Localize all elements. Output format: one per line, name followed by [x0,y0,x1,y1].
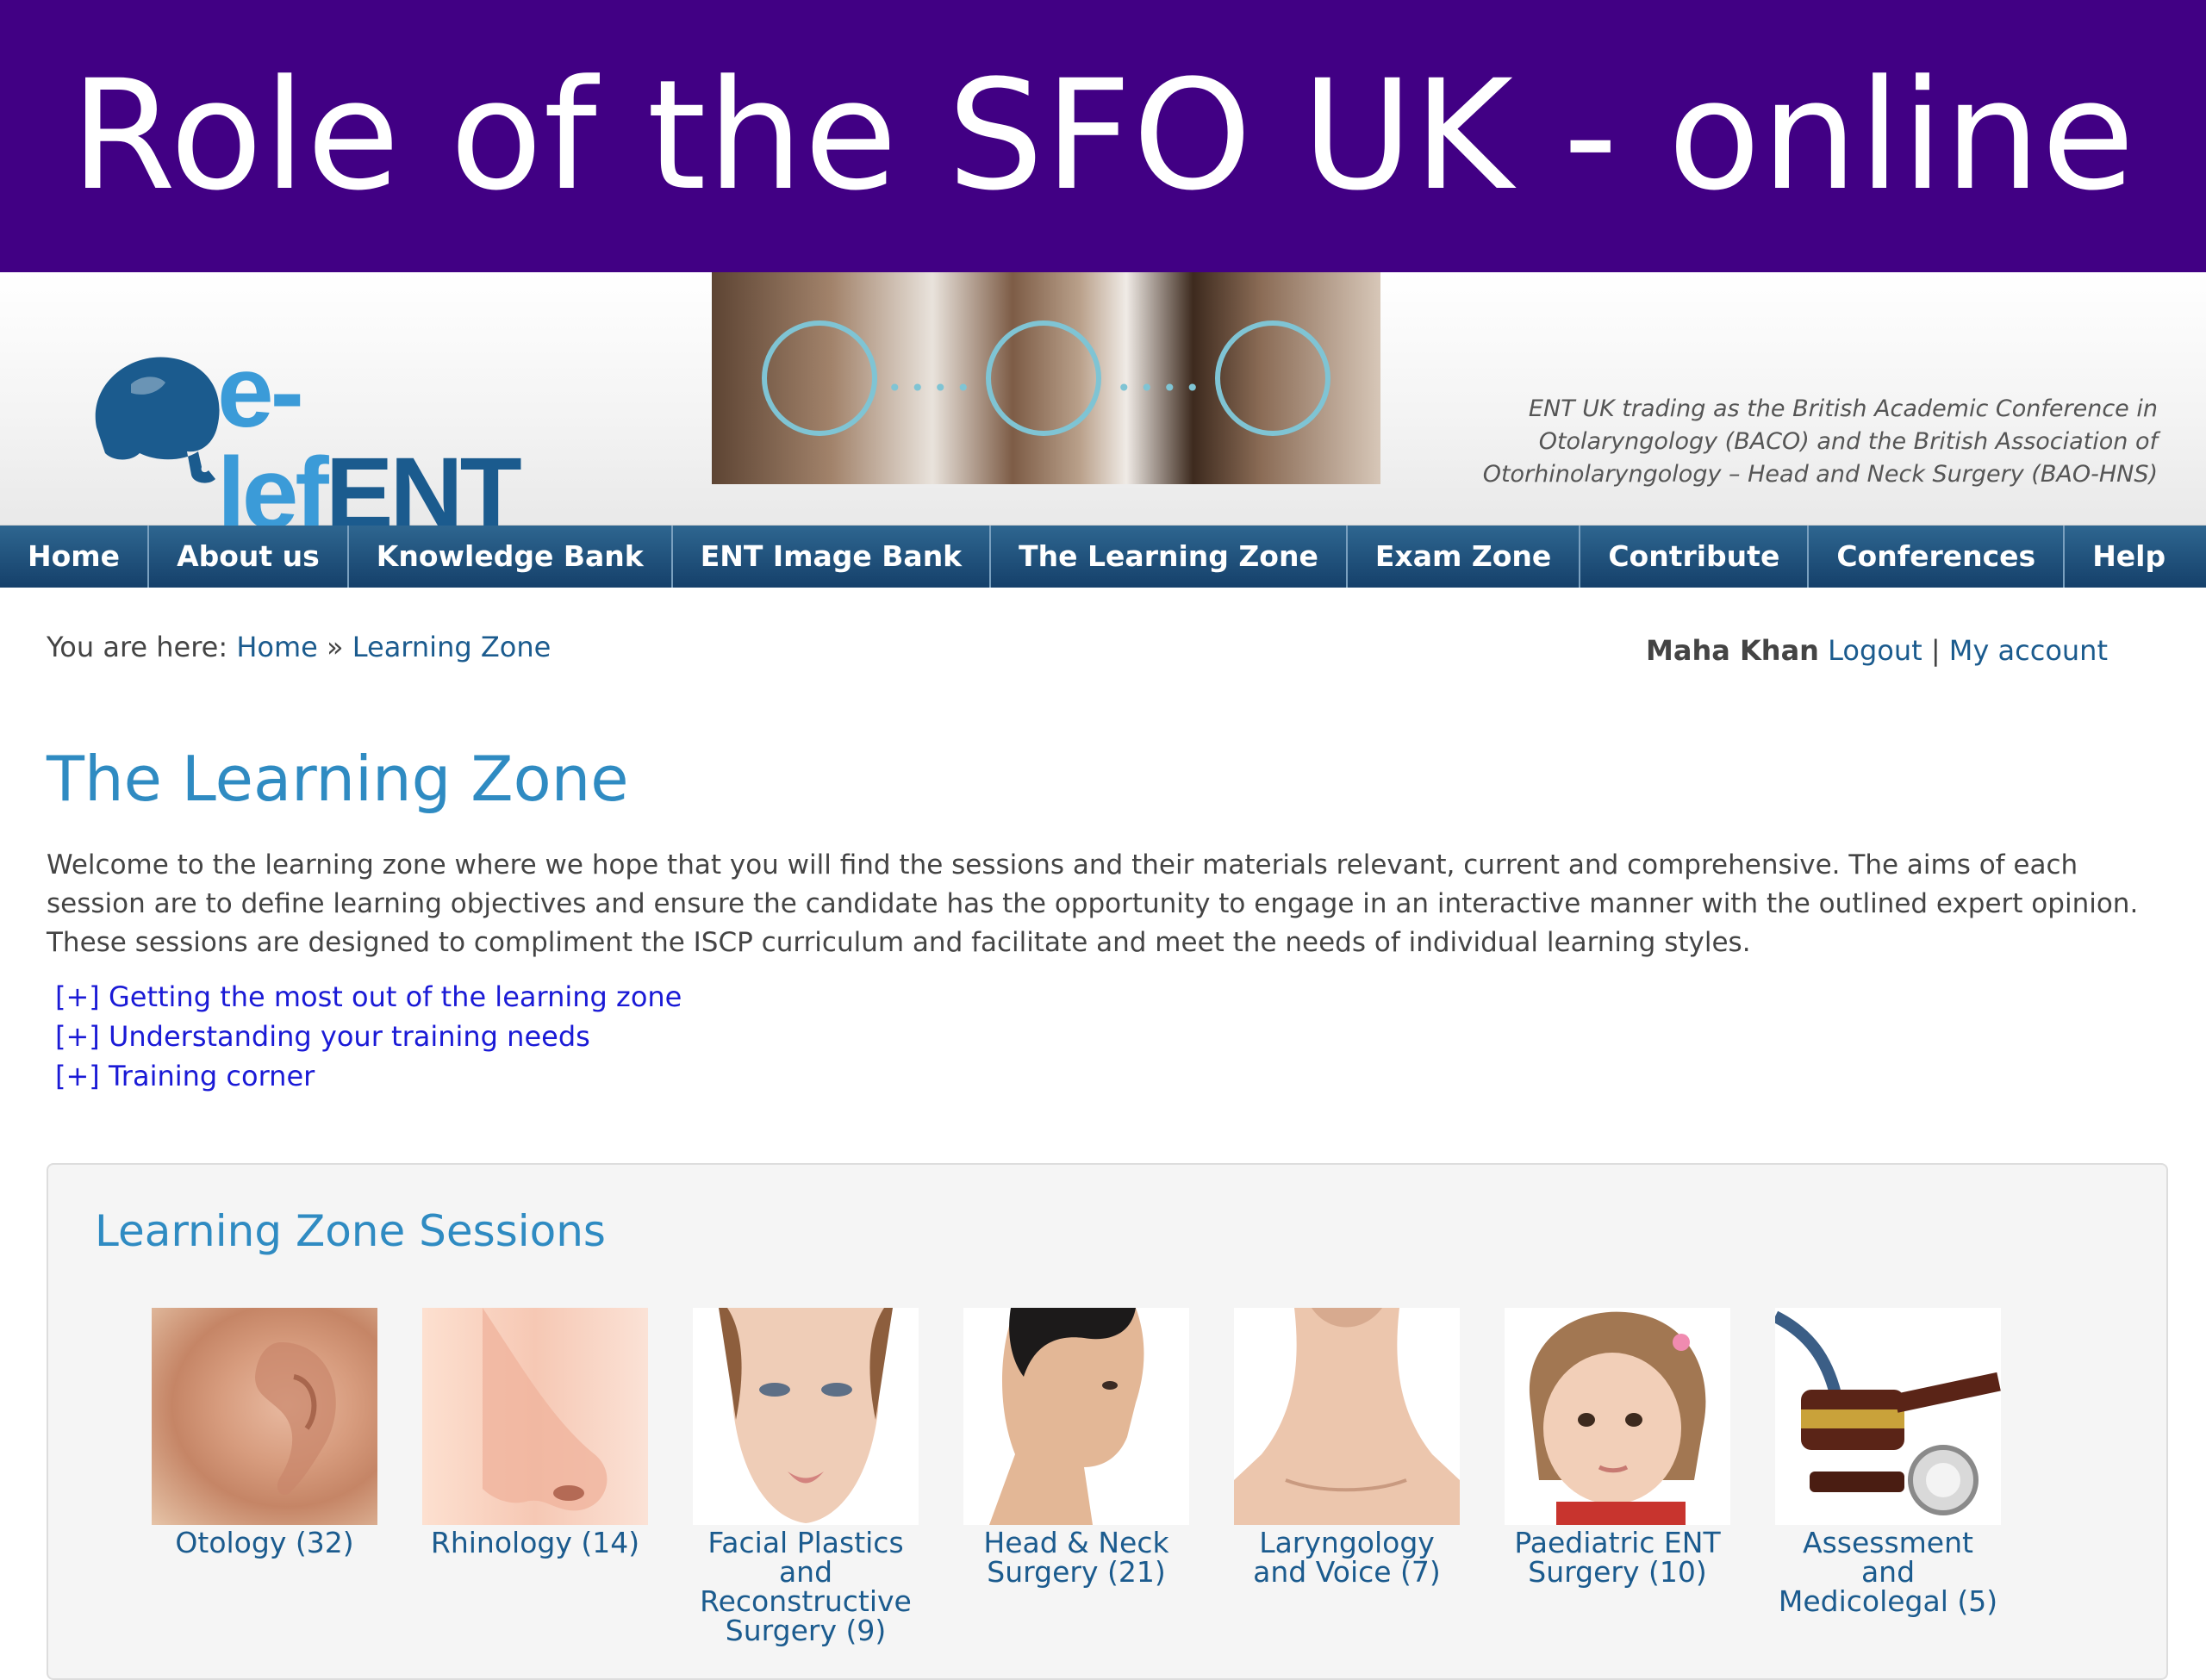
logout-link[interactable]: Logout [1828,634,1922,667]
nose-shape-icon [483,1308,608,1511]
man-profile-shape-icon [989,1308,1144,1525]
ear-shape-icon [255,1342,336,1496]
breadcrumb-prefix: You are here: [47,631,228,663]
main-content: You are here: Home » Learning Zone Maha … [0,588,2206,1680]
session-tile-paediatric[interactable]: Paediatric ENT Surgery (10) [1505,1308,1730,1587]
org-line: ENT UK trading as the British Academic C… [1528,395,2158,422]
nav-help[interactable]: Help [2065,526,2193,588]
neck-shape-icon [1234,1308,1460,1525]
session-label[interactable]: Facial Plastics and Reconstructive Surge… [693,1528,919,1646]
ear-ring-icon [762,320,877,436]
gavel-stethoscope-shape-icon [1775,1310,2001,1515]
session-tile-otology[interactable]: Otology (32) [152,1308,377,1558]
nav-ent-image-bank[interactable]: ENT Image Bank [673,526,992,588]
child-shape-icon [1529,1311,1706,1525]
session-tile-assessment[interactable]: Assessment and Medicolegal (5) [1775,1308,2001,1616]
session-tile-rhinology[interactable]: Rhinology (14) [422,1308,648,1558]
man-profile-photo-icon[interactable] [963,1308,1189,1525]
sessions-title: Learning Zone Sessions [95,1206,606,1256]
header-banner-image: •••• •••• [712,272,1380,484]
my-account-link[interactable]: My account [1949,634,2108,667]
ear-photo-icon[interactable] [152,1308,377,1525]
organisation-text: ENT UK trading as the British Academic C… [1451,393,2158,491]
toggle-training-corner[interactable]: [+] Training corner [55,1056,682,1096]
intro-paragraph: Welcome to the learning zone where we ho… [47,849,2139,958]
page-title: The Learning Zone [47,743,629,815]
nav-about-us[interactable]: About us [149,526,349,588]
session-label[interactable]: Rhinology (14) [422,1528,648,1558]
face-photo-icon[interactable] [693,1308,919,1525]
neck-photo-icon[interactable] [1234,1308,1460,1525]
face-shape-icon [719,1308,893,1523]
sessions-panel: Learning Zone Sessions Otology (32) Rhin… [47,1163,2168,1680]
session-label[interactable]: Laryngology and Voice (7) [1234,1528,1460,1587]
throat-ring-icon [1215,320,1330,436]
nav-contribute[interactable]: Contribute [1580,526,1810,588]
nose-ring-icon [986,320,1101,436]
session-label[interactable]: Paediatric ENT Surgery (10) [1505,1528,1730,1587]
dots-icon: •••• [888,374,980,402]
breadcrumb-home-link[interactable]: Home [236,631,318,663]
org-line: Otolaryngology (BACO) and the British As… [1538,428,2158,455]
nav-learning-zone[interactable]: The Learning Zone [991,526,1348,588]
session-label[interactable]: Otology (32) [152,1528,377,1558]
main-nav: Home About us Knowledge Bank ENT Image B… [0,526,2206,588]
session-tile-head-neck[interactable]: Head & Neck Surgery (21) [963,1308,1189,1587]
gavel-stethoscope-photo-icon[interactable] [1775,1308,2001,1525]
breadcrumb: You are here: Home » Learning Zone [47,631,551,663]
toggle-getting-most-out[interactable]: [+] Getting the most out of the learning… [55,977,682,1017]
slide-title: Role of the SFO UK - online [70,47,2136,224]
session-tile-laryngology[interactable]: Laryngology and Voice (7) [1234,1308,1460,1587]
user-bar-separator: | [1930,634,1941,667]
logo-wordmark: e-lefENT [217,341,596,544]
site-header: e-lefENT •••• •••• ENT UK trading as the… [0,272,2206,544]
toggle-training-needs[interactable]: [+] Understanding your training needs [55,1017,682,1056]
logo-text-left: e-lef [217,335,329,551]
nav-home[interactable]: Home [0,526,150,588]
nose-photo-icon[interactable] [422,1308,648,1525]
session-tile-facial-plastics[interactable]: Facial Plastics and Reconstructive Surge… [693,1308,919,1646]
dots-icon: •••• [1117,374,1209,402]
session-label[interactable]: Head & Neck Surgery (21) [963,1528,1189,1587]
toggle-list: [+] Getting the most out of the learning… [55,977,682,1096]
nav-conferences[interactable]: Conferences [1809,526,2066,588]
user-name: Maha Khan [1646,634,1819,667]
nav-exam-zone[interactable]: Exam Zone [1348,526,1581,588]
breadcrumb-current-link[interactable]: Learning Zone [352,631,552,663]
nav-knowledge-bank[interactable]: Knowledge Bank [349,526,673,588]
session-label[interactable]: Assessment and Medicolegal (5) [1775,1528,2001,1616]
org-line: Otorhinolaryngology – Head and Neck Surg… [1482,461,2158,488]
site-logo[interactable]: e-lefENT [79,333,596,544]
user-bar: Maha Khan Logout | My account [1646,634,2108,667]
breadcrumb-separator: » [326,631,344,663]
child-photo-icon[interactable] [1505,1308,1730,1525]
slide-title-band: Role of the SFO UK - online [0,0,2206,272]
